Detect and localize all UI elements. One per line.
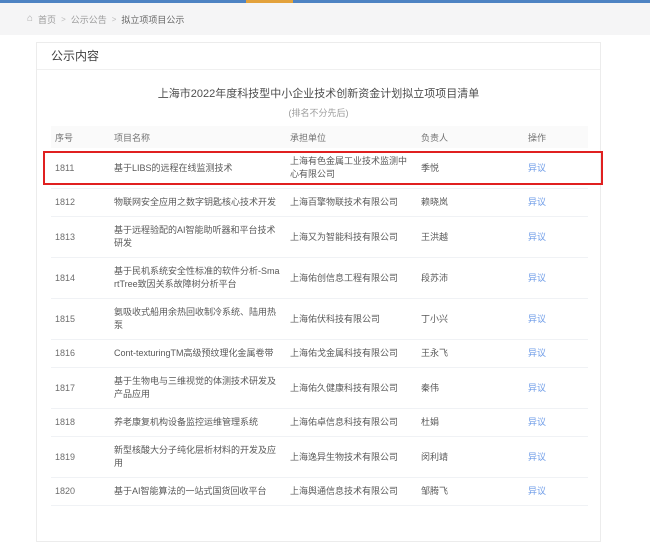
breadcrumb: ⌂ 首页 > 公示公告 > 拟立项项目公示 (27, 13, 184, 26)
leader-cell: 闵利靖 (421, 437, 528, 478)
dispute-link[interactable]: 异议 (528, 273, 546, 283)
table-row: 1819 新型核酸大分子纯化层析材料的开发及应用 上海逸异生物技术有限公司 闵利… (51, 437, 588, 478)
company-cell: 上海逸异生物技术有限公司 (290, 437, 421, 478)
leader-cell: 季悦 (421, 148, 528, 189)
dispute-link[interactable]: 异议 (528, 232, 546, 242)
card-body: 上海市2022年度科技型中小企业技术创新资金计划拟立项项目清单 (排名不分先后)… (37, 86, 600, 506)
row-no-cell: 1814 (51, 258, 114, 299)
company-cell: 上海佑创信息工程有限公司 (290, 258, 421, 299)
project-name-cell: Cont-texturingTM高级预纹理化金属卷带 (114, 340, 290, 368)
breadcrumb-item-announcements[interactable]: 公示公告 (71, 13, 107, 26)
company-cell: 上海百擎物联技术有限公司 (290, 189, 421, 217)
leader-cell: 杜娟 (421, 409, 528, 437)
top-progress-accent (246, 0, 293, 3)
action-cell: 异议 (528, 217, 588, 258)
action-cell: 异议 (528, 437, 588, 478)
dispute-link[interactable]: 异议 (528, 197, 546, 207)
table-row: 1811 基于LIBS的远程在线监测技术 上海有色金属工业技术监测中心有限公司 … (51, 148, 588, 189)
breadcrumb-home[interactable]: 首页 (38, 13, 56, 26)
row-no-cell: 1813 (51, 217, 114, 258)
breadcrumb-item-current: 拟立项项目公示 (121, 13, 184, 26)
project-name-cell: 基于远程验配的AI智能助听器和平台技术研发 (114, 217, 290, 258)
leader-cell: 王洪越 (421, 217, 528, 258)
project-name-cell: 氨吸收式船用余热回收制冷系统、陆用热泵 (114, 299, 290, 340)
company-cell: 上海佑久健康科技有限公司 (290, 368, 421, 409)
row-no-cell: 1815 (51, 299, 114, 340)
project-name-cell: 基于生物电与三维视觉的体测技术研发及产品应用 (114, 368, 290, 409)
company-cell: 上海佑戈金属科技有限公司 (290, 340, 421, 368)
leader-cell: 王永飞 (421, 340, 528, 368)
announcement-card: 公示内容 上海市2022年度科技型中小企业技术创新资金计划拟立项项目清单 (排名… (36, 42, 601, 542)
project-name-cell: 新型核酸大分子纯化层析材料的开发及应用 (114, 437, 290, 478)
company-cell: 上海有色金属工业技术监测中心有限公司 (290, 148, 421, 189)
table-header-row: 序号 项目名称 承担单位 负责人 操作 (51, 126, 588, 148)
row-no-cell: 1811 (51, 148, 114, 189)
table-row: 1816 Cont-texturingTM高级预纹理化金属卷带 上海佑戈金属科技… (51, 340, 588, 368)
project-name-cell: 养老康复机构设备监控运维管理系统 (114, 409, 290, 437)
project-name-cell: 物联网安全应用之数字钥匙核心技术开发 (114, 189, 290, 217)
action-cell: 异议 (528, 409, 588, 437)
action-cell: 异议 (528, 299, 588, 340)
company-cell: 上海佑卓信息科技有限公司 (290, 409, 421, 437)
company-cell: 上海佑伏科技有限公司 (290, 299, 421, 340)
col-header-leader: 负责人 (421, 126, 528, 148)
leader-cell: 丁小兴 (421, 299, 528, 340)
breadcrumb-separator: > (112, 15, 117, 24)
row-no-cell: 1812 (51, 189, 114, 217)
action-cell: 异议 (528, 148, 588, 189)
top-progress-bar (0, 0, 650, 3)
project-name-cell: 基于民机系统安全性标准的软件分析-SmartTree致因关系故障树分析平台 (114, 258, 290, 299)
dispute-link[interactable]: 异议 (528, 163, 546, 173)
action-cell: 异议 (528, 189, 588, 217)
project-table: 序号 项目名称 承担单位 负责人 操作 1811 基于LIBS的远程在线监测技术… (51, 126, 588, 506)
breadcrumb-separator: > (61, 15, 66, 24)
action-cell: 异议 (528, 478, 588, 506)
announcement-subtitle: (排名不分先后) (51, 107, 586, 119)
dispute-link[interactable]: 异议 (528, 452, 546, 462)
action-cell: 异议 (528, 368, 588, 409)
row-no-cell: 1820 (51, 478, 114, 506)
dispute-link[interactable]: 异议 (528, 348, 546, 358)
leader-cell: 赖晓岚 (421, 189, 528, 217)
dispute-link[interactable]: 异议 (528, 314, 546, 324)
row-no-cell: 1818 (51, 409, 114, 437)
col-header-company: 承担单位 (290, 126, 421, 148)
table-row: 1812 物联网安全应用之数字钥匙核心技术开发 上海百擎物联技术有限公司 赖晓岚… (51, 189, 588, 217)
table-row: 1815 氨吸收式船用余热回收制冷系统、陆用热泵 上海佑伏科技有限公司 丁小兴 … (51, 299, 588, 340)
card-header-title: 公示内容 (37, 43, 600, 70)
leader-cell: 邹腾飞 (421, 478, 528, 506)
project-name-cell: 基于AI智能算法的一站式国货回收平台 (114, 478, 290, 506)
announcement-title: 上海市2022年度科技型中小企业技术创新资金计划拟立项项目清单 (51, 86, 586, 102)
action-cell: 异议 (528, 340, 588, 368)
company-cell: 上海舆通信息技术有限公司 (290, 478, 421, 506)
col-header-project: 项目名称 (114, 126, 290, 148)
dispute-link[interactable]: 异议 (528, 417, 546, 427)
leader-cell: 段苏沛 (421, 258, 528, 299)
project-name-cell: 基于LIBS的远程在线监测技术 (114, 148, 290, 189)
table-row: 1818 养老康复机构设备监控运维管理系统 上海佑卓信息科技有限公司 杜娟 异议 (51, 409, 588, 437)
company-cell: 上海又为智能科技有限公司 (290, 217, 421, 258)
leader-cell: 秦伟 (421, 368, 528, 409)
dispute-link[interactable]: 异议 (528, 486, 546, 496)
dispute-link[interactable]: 异议 (528, 383, 546, 393)
table-row: 1817 基于生物电与三维视觉的体测技术研发及产品应用 上海佑久健康科技有限公司… (51, 368, 588, 409)
col-header-no: 序号 (51, 126, 114, 148)
row-no-cell: 1819 (51, 437, 114, 478)
col-header-action: 操作 (528, 126, 588, 148)
table-row: 1820 基于AI智能算法的一站式国货回收平台 上海舆通信息技术有限公司 邹腾飞… (51, 478, 588, 506)
row-no-cell: 1816 (51, 340, 114, 368)
table-row: 1813 基于远程验配的AI智能助听器和平台技术研发 上海又为智能科技有限公司 … (51, 217, 588, 258)
table-row: 1814 基于民机系统安全性标准的软件分析-SmartTree致因关系故障树分析… (51, 258, 588, 299)
home-icon: ⌂ (27, 14, 33, 24)
breadcrumb-bar: ⌂ 首页 > 公示公告 > 拟立项项目公示 (0, 3, 650, 35)
action-cell: 异议 (528, 258, 588, 299)
row-no-cell: 1817 (51, 368, 114, 409)
